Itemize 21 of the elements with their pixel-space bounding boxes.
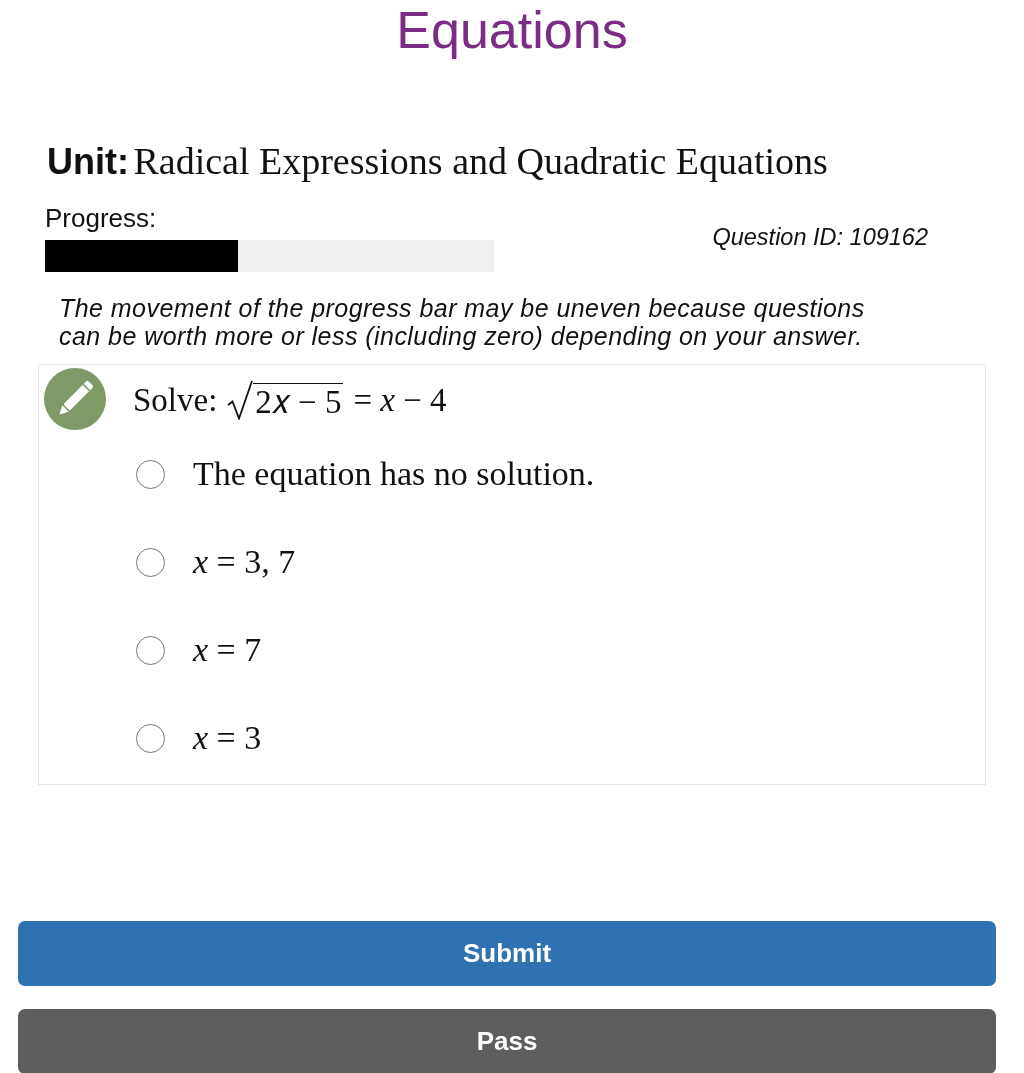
page-title: Equations — [396, 0, 628, 60]
radio-button[interactable] — [136, 723, 165, 753]
equation-right-side: = x − 4 — [353, 381, 447, 420]
pass-button[interactable]: Pass — [18, 1009, 996, 1073]
unit-label: Unit: — [47, 141, 129, 182]
answer-option: x = 3 — [193, 718, 262, 758]
radio-button[interactable] — [136, 635, 165, 665]
progress-note: The movement of the progress bar may be uneven because questions can be worth more or less (including zero) depending on your answer. — [59, 294, 866, 350]
radio-button[interactable] — [136, 459, 165, 489]
question-id: Question ID: 109162 — [712, 223, 928, 251]
answer-option: x = 7 — [193, 630, 262, 670]
radio-button[interactable] — [136, 547, 165, 577]
answer-option: The equation has no solution. — [193, 454, 595, 494]
unit-name: Radical Expressions and Quadratic Equations — [133, 140, 828, 182]
radical-sign-icon — [227, 380, 254, 420]
progress-label: Progress: — [45, 203, 157, 233]
answer-option: x = 3, 7 — [193, 542, 296, 582]
radicand: 2𝑥 − 5 — [253, 383, 344, 420]
question-prompt: Solve: — [133, 381, 218, 420]
submit-button[interactable]: Submit — [18, 921, 996, 986]
pencil-icon — [44, 368, 106, 430]
